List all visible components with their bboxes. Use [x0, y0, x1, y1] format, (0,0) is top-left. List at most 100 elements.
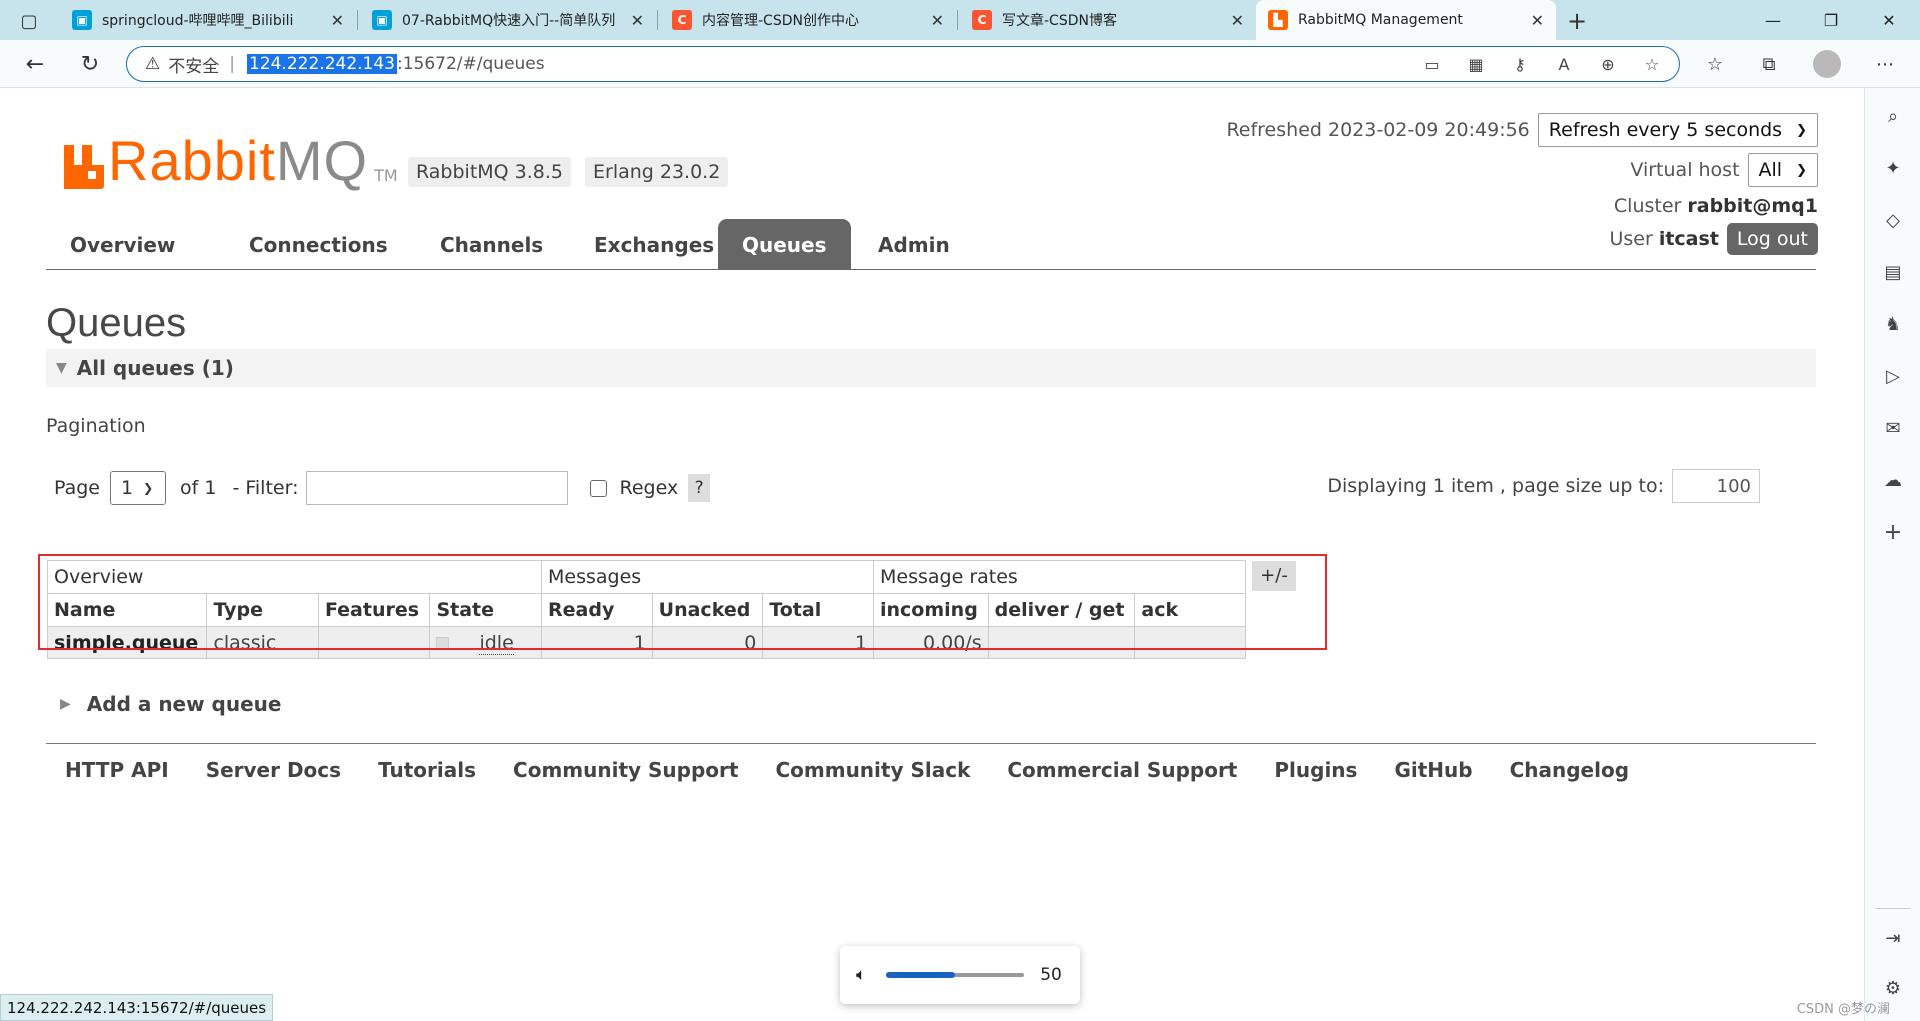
close-icon[interactable]: ✕	[931, 11, 944, 30]
browser-tab-title: 07-RabbitMQ快速入门--简单队列	[402, 13, 616, 29]
refreshed-label: Refreshed 2023-02-09 20:49:56	[1226, 119, 1530, 141]
tab-channels[interactable]: Channels	[416, 219, 567, 270]
more-menu-icon[interactable]: ⋯	[1870, 49, 1900, 79]
split-screen-icon[interactable]: ⇥	[1879, 924, 1907, 952]
vhost-label: Virtual host	[1630, 159, 1740, 181]
caret-down-icon: ▼	[56, 360, 67, 376]
tab-admin[interactable]: Admin	[854, 219, 974, 270]
rabbitmq-logo[interactable]: RabbitMQ TM	[64, 133, 398, 189]
footer-divider	[46, 743, 1816, 744]
logo-trademark: TM	[374, 166, 398, 185]
regex-checkbox[interactable]	[590, 479, 608, 497]
pagination-label: Pagination	[46, 415, 146, 437]
address-host: 124.222.242.143	[246, 54, 397, 74]
section-title: All queues (1)	[76, 356, 234, 380]
add-queue-toggle[interactable]: ▶ Add a new queue	[60, 692, 281, 716]
collections-icon[interactable]: ⧉	[1754, 49, 1784, 79]
close-icon[interactable]: ✕	[631, 11, 644, 30]
search-icon[interactable]: ⌕	[1879, 102, 1907, 130]
browser-tab-4[interactable]: C 写文章-CSDN博客 ✕	[960, 0, 1256, 40]
profile-avatar[interactable]	[1813, 50, 1841, 78]
games-icon[interactable]: ♞	[1879, 310, 1907, 338]
footer-link-plugins[interactable]: Plugins	[1274, 758, 1357, 782]
drop-icon[interactable]: ☁	[1879, 466, 1907, 494]
app-available-icon[interactable]: ▭	[1419, 51, 1445, 77]
logo-wordmark: RabbitMQ	[108, 129, 369, 192]
erlang-version-badge: Erlang 23.0.2	[585, 157, 729, 187]
new-tab-icon[interactable]: +	[1562, 6, 1592, 36]
key-icon[interactable]: ⚷	[1507, 51, 1533, 77]
all-queues-section-toggle[interactable]: ▼ All queues (1)	[46, 349, 1816, 387]
browser-tab-3[interactable]: C 内容管理-CSDN创作中心 ✕	[660, 0, 956, 40]
footer-link-community-support[interactable]: Community Support	[513, 758, 738, 782]
displaying-label: Displaying 1 item , page size up to:	[1327, 475, 1664, 497]
tab-exchanges[interactable]: Exchanges	[570, 219, 738, 270]
footer-link-community-slack[interactable]: Community Slack	[775, 758, 970, 782]
back-icon[interactable]: ←	[20, 49, 50, 79]
close-icon[interactable]: ✕	[1231, 11, 1244, 30]
address-divider: |	[229, 54, 235, 74]
footer-link-changelog[interactable]: Changelog	[1510, 758, 1629, 782]
close-icon[interactable]: ✕	[331, 11, 344, 30]
volume-slider[interactable]	[886, 972, 1025, 978]
footer-link-tutorials[interactable]: Tutorials	[378, 758, 476, 782]
filter-input[interactable]	[306, 471, 569, 505]
footer-link-http-api[interactable]: HTTP API	[65, 758, 169, 782]
rabbitmq-icon: ▙	[1268, 10, 1288, 30]
rabbitmq-version-badge: RabbitMQ 3.8.5	[408, 157, 572, 187]
footer-link-server-docs[interactable]: Server Docs	[206, 758, 341, 782]
extensions-grid-icon[interactable]: ▦	[1463, 51, 1489, 77]
volume-flyout: 🔈︎ 50	[840, 946, 1080, 1004]
chevron-down-icon: ❯	[143, 481, 154, 495]
favorite-add-icon[interactable]: ☆	[1639, 51, 1665, 77]
play-icon[interactable]: ▷	[1879, 362, 1907, 390]
address-bar[interactable]: ⚠ 不安全 | 124.222.242.143 :15672/#/queues …	[126, 46, 1680, 82]
page-select[interactable]: 1 ❯	[110, 471, 166, 505]
rabbitmq-page: RabbitMQ TM RabbitMQ 3.8.5 Erlang 23.0.2…	[0, 89, 1864, 1021]
browser-tab-title: springcloud-哔哩哔哩_Bilibili	[102, 13, 294, 29]
speaker-mute-icon[interactable]: 🔈︎	[856, 965, 866, 985]
cluster-name: rabbit@mq1	[1687, 195, 1818, 217]
csdn-icon: C	[672, 10, 692, 30]
reload-icon[interactable]: ↻	[75, 49, 105, 79]
favorites-icon[interactable]: ☆	[1700, 49, 1730, 79]
add-sidebar-icon[interactable]: +	[1879, 518, 1907, 546]
tab-connections[interactable]: Connections	[225, 219, 412, 270]
tag-icon[interactable]: ◇	[1879, 206, 1907, 234]
footer-link-github[interactable]: GitHub	[1394, 758, 1472, 782]
vhost-row: Virtual host All ❯	[1630, 153, 1818, 187]
browser-tab-2[interactable]: ▣ 07-RabbitMQ快速入门--简单队列 ✕	[360, 0, 656, 40]
restore-icon[interactable]: ❐	[1808, 0, 1854, 40]
browser-tab-strip: ▢ ▣ springcloud-哔哩哔哩_Bilibili ✕ ▣ 07-Rab…	[0, 0, 1920, 40]
tab-overview[interactable]: Overview	[46, 219, 199, 270]
close-window-icon[interactable]: ✕	[1866, 0, 1912, 40]
browser-tab-5-active[interactable]: ▙ RabbitMQ Management ✕	[1256, 0, 1556, 40]
cluster-label: Cluster	[1613, 195, 1682, 217]
security-label: 不安全	[168, 56, 220, 77]
displaying-row: Displaying 1 item , page size up to: 100	[1327, 469, 1760, 503]
tab-queues[interactable]: Queues	[718, 219, 851, 270]
copilot-icon[interactable]: ✦	[1879, 154, 1907, 182]
toolbox-icon[interactable]: ▤	[1879, 258, 1907, 286]
refresh-select[interactable]: Refresh every 5 seconds ❯	[1537, 113, 1818, 147]
watermark: CSDN @梦の澜	[1796, 1002, 1890, 1017]
warning-icon: ⚠	[145, 54, 161, 74]
page-label: Page	[54, 477, 100, 499]
pagination-row: Page 1 ❯ of 1 - Filter: Regex ?	[54, 471, 711, 505]
footer-link-commercial-support[interactable]: Commercial Support	[1007, 758, 1237, 782]
regex-help-button[interactable]: ?	[688, 474, 711, 502]
tab-actions-icon[interactable]: ▢	[14, 6, 44, 36]
vhost-select[interactable]: All ❯	[1747, 153, 1818, 187]
minimize-icon[interactable]: —	[1750, 0, 1796, 40]
edge-sidebar: ⌕ ✦ ◇ ▤ ♞ ▷ ✉ ☁ + ⇥ ⚙	[1864, 88, 1920, 1021]
of-pages-label: of 1	[180, 477, 217, 499]
filter-label: - Filter:	[232, 477, 299, 499]
close-icon[interactable]: ✕	[1531, 11, 1544, 30]
read-aloud-icon[interactable]: A	[1551, 51, 1577, 77]
rabbitmq-logo-icon	[64, 145, 104, 189]
volume-slider-fill	[886, 972, 956, 978]
outlook-icon[interactable]: ✉	[1879, 414, 1907, 442]
zoom-icon[interactable]: ⊕	[1595, 51, 1621, 77]
page-size-input[interactable]: 100	[1672, 469, 1760, 503]
browser-tab-1[interactable]: ▣ springcloud-哔哩哔哩_Bilibili ✕	[60, 0, 356, 40]
